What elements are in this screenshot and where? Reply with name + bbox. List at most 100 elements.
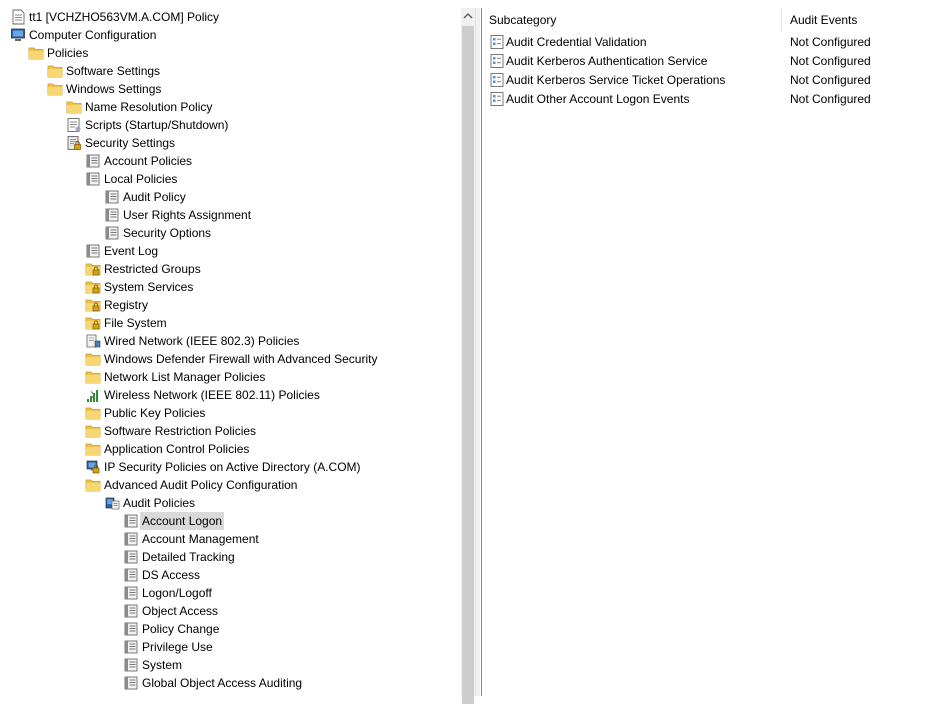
tree-item[interactable]: Advanced Audit Policy Configuration — [0, 476, 462, 494]
policy-book-icon — [123, 657, 139, 673]
tree-item-label: Software Restriction Policies — [104, 424, 257, 438]
tree-item-label: Logon/Logoff — [142, 586, 212, 600]
tree-item-label: Detailed Tracking — [142, 550, 235, 564]
computer-icon — [10, 27, 26, 43]
tree-item[interactable]: Audit Policy — [0, 188, 462, 206]
tree-item[interactable]: Object Access — [0, 602, 462, 620]
console-tree[interactable]: tt1 [VCHZHO563VM.A.COM] Policy Computer C… — [0, 0, 462, 696]
tree-item[interactable]: Wireless Network (IEEE 802.11) Policies — [0, 386, 462, 404]
tree-item[interactable]: Local Policies — [0, 170, 462, 188]
audit-setting-icon — [489, 91, 505, 107]
audit-events-cell: Not Configured — [790, 35, 871, 49]
list-item[interactable]: Audit Kerberos Service Ticket Operations… — [482, 71, 928, 90]
tree-item-label: Account Management — [142, 532, 259, 546]
column-header-subcategory[interactable]: Subcategory — [482, 8, 782, 32]
folder-icon — [85, 351, 101, 367]
tree-item[interactable]: Policy Change — [0, 620, 462, 638]
tree-item[interactable]: Audit Policies — [0, 494, 462, 512]
policy-doc-icon — [10, 9, 26, 25]
tree-item[interactable]: Name Resolution Policy — [0, 98, 462, 116]
top-border — [0, 0, 928, 8]
tree-item[interactable]: Windows Settings — [0, 80, 462, 98]
tree-item-label: Privilege Use — [142, 640, 213, 654]
subcategory-cell: Audit Other Account Logon Events — [506, 92, 690, 106]
tree-item[interactable]: IP Security Policies on Active Directory… — [0, 458, 462, 476]
tree-item[interactable]: tt1 [VCHZHO563VM.A.COM] Policy — [0, 8, 462, 26]
ipsec-icon — [85, 459, 101, 475]
policy-book-icon — [104, 207, 120, 223]
folder-icon — [85, 441, 101, 457]
tree-item-label: Wireless Network (IEEE 802.11) Policies — [104, 388, 320, 402]
tree-item-label: Restricted Groups — [104, 262, 201, 276]
audit-setting-icon — [489, 72, 505, 88]
audit-policies-icon — [104, 495, 120, 511]
tree-item[interactable]: Computer Configuration — [0, 26, 462, 44]
tree-item[interactable]: Software Settings — [0, 62, 462, 80]
tree-item-label: Audit Policies — [123, 496, 196, 510]
tree-item[interactable]: Application Control Policies — [0, 440, 462, 458]
wired-network-icon — [85, 333, 101, 349]
folder-icon — [28, 45, 44, 61]
tree-item[interactable]: Restricted Groups — [0, 260, 462, 278]
tree-item-label: System Services — [104, 280, 194, 294]
column-header-audit-events[interactable]: Audit Events — [783, 8, 928, 32]
tree-item[interactable]: Security Options — [0, 224, 462, 242]
locked-folder-icon — [85, 279, 101, 295]
tree-item[interactable]: Event Log — [0, 242, 462, 260]
locked-folder-icon — [85, 297, 101, 313]
policy-book-icon — [104, 189, 120, 205]
tree-item-label: User Rights Assignment — [123, 208, 252, 222]
policy-book-icon — [123, 549, 139, 565]
tree-item-label: Windows Defender Firewall with Advanced … — [104, 352, 378, 366]
list-item[interactable]: Audit Other Account Logon Events Not Conf… — [482, 90, 928, 109]
scroll-thumb[interactable] — [462, 26, 474, 704]
audit-setting-icon — [489, 53, 505, 69]
locked-folder-icon — [85, 261, 101, 277]
tree-item-label: Advanced Audit Policy Configuration — [104, 478, 298, 492]
pane-splitter[interactable] — [476, 0, 480, 696]
tree-vertical-scrollbar[interactable] — [461, 8, 475, 704]
tree-item-label: tt1 [VCHZHO563VM.A.COM] Policy — [29, 10, 220, 24]
tree-item[interactable]: Detailed Tracking — [0, 548, 462, 566]
list-item[interactable]: Audit Credential Validation Not Configure… — [482, 33, 928, 52]
details-list[interactable]: Subcategory Audit Events Audit Credentia… — [481, 8, 928, 696]
tree-item[interactable]: Scripts (Startup/Shutdown) — [0, 116, 462, 134]
folder-icon — [66, 99, 82, 115]
list-item[interactable]: Audit Kerberos Authentication Service Not… — [482, 52, 928, 71]
tree-item-label: Security Options — [123, 226, 212, 240]
tree-item[interactable]: Registry — [0, 296, 462, 314]
tree-item[interactable]: File System — [0, 314, 462, 332]
tree-item-label: Security Settings — [85, 136, 176, 150]
audit-events-cell: Not Configured — [790, 54, 871, 68]
tree-item[interactable]: Security Settings — [0, 134, 462, 152]
locked-folder-icon — [85, 315, 101, 331]
tree-item[interactable]: Account Logon — [0, 512, 462, 530]
tree-item[interactable]: Account Management — [0, 530, 462, 548]
tree-item[interactable]: Logon/Logoff — [0, 584, 462, 602]
folder-icon — [85, 423, 101, 439]
folder-icon — [47, 63, 63, 79]
policy-book-icon — [123, 567, 139, 583]
tree-item[interactable]: System — [0, 656, 462, 674]
folder-icon — [85, 369, 101, 385]
scroll-up-arrow-icon[interactable] — [461, 8, 475, 24]
tree-item[interactable]: Software Restriction Policies — [0, 422, 462, 440]
folder-icon — [85, 477, 101, 493]
tree-item[interactable]: Global Object Access Auditing — [0, 674, 462, 692]
tree-item[interactable]: DS Access — [0, 566, 462, 584]
tree-item[interactable]: Public Key Policies — [0, 404, 462, 422]
tree-item[interactable]: User Rights Assignment — [0, 206, 462, 224]
tree-item[interactable]: Network List Manager Policies — [0, 368, 462, 386]
policy-book-icon — [85, 243, 101, 259]
tree-item[interactable]: Policies — [0, 44, 462, 62]
tree-item-label: Account Policies — [104, 154, 193, 168]
tree-item[interactable]: Windows Defender Firewall with Advanced … — [0, 350, 462, 368]
subcategory-cell: Audit Kerberos Authentication Service — [506, 54, 708, 68]
tree-item-label: IP Security Policies on Active Directory… — [104, 460, 361, 474]
tree-item[interactable]: Account Policies — [0, 152, 462, 170]
tree-item[interactable]: Privilege Use — [0, 638, 462, 656]
tree-item[interactable]: Wired Network (IEEE 802.3) Policies — [0, 332, 462, 350]
tree-item[interactable]: System Services — [0, 278, 462, 296]
policy-book-icon — [123, 639, 139, 655]
tree-item-label: Computer Configuration — [29, 28, 157, 42]
